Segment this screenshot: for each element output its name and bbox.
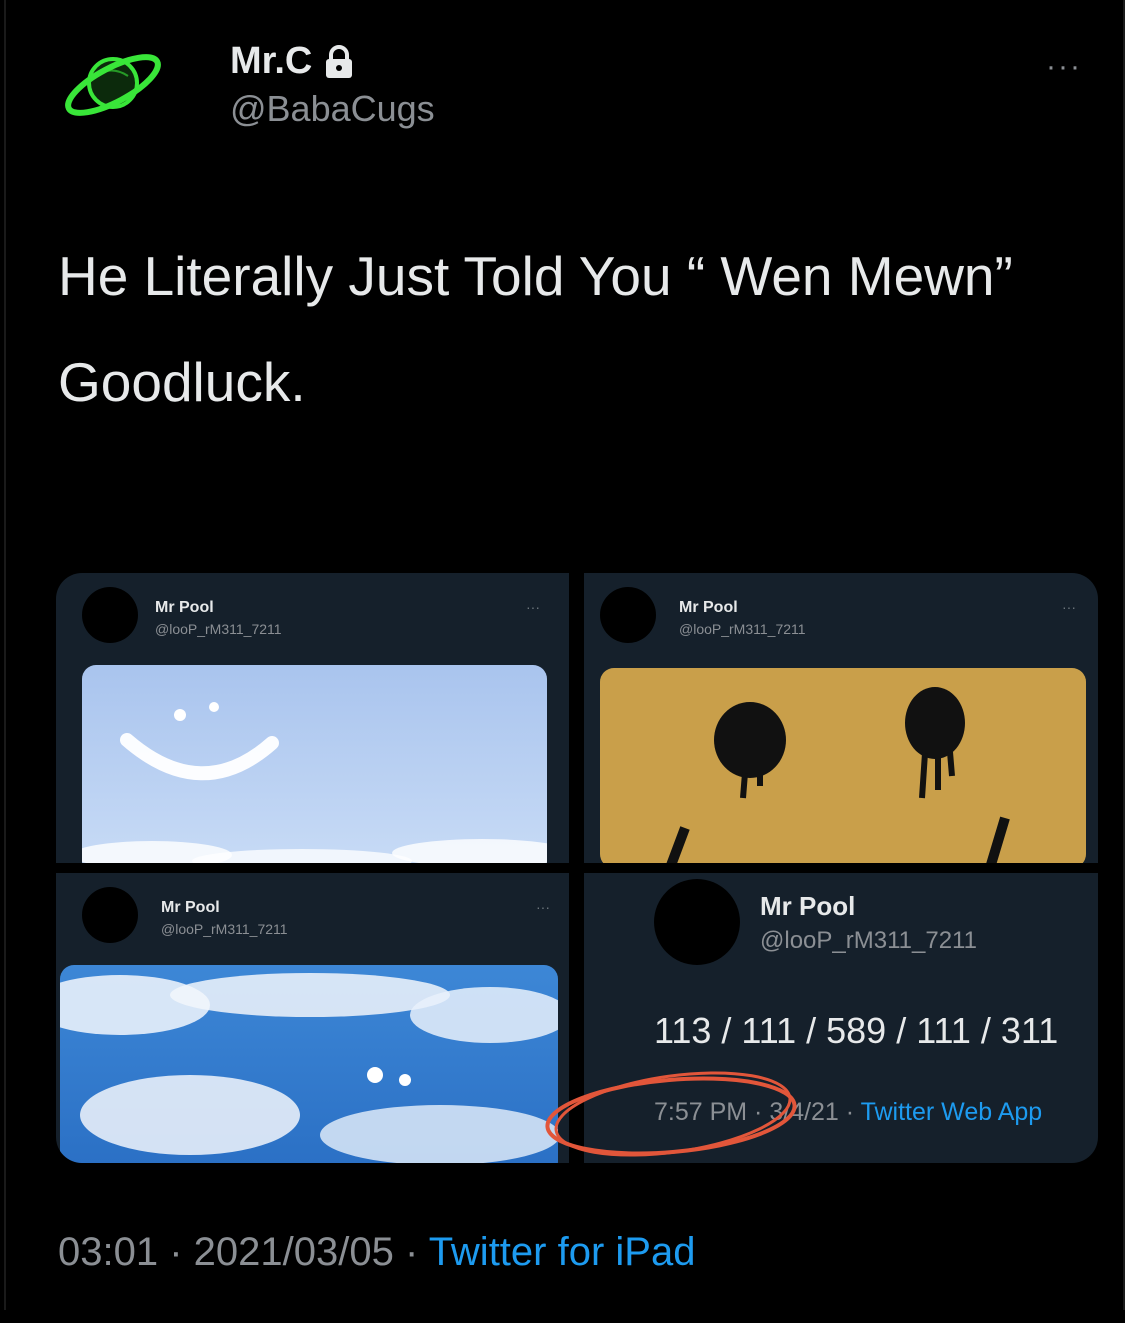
- author-row: Mr.C: [230, 40, 356, 83]
- media-item[interactable]: Mr Pool @looP_rM311_7211 ···: [56, 873, 569, 1163]
- media-item[interactable]: Mr Pool @looP_rM311_7211 ···: [56, 573, 569, 863]
- embedded-author-name: Mr Pool: [679, 599, 738, 616]
- embedded-author-name: Mr Pool: [760, 891, 856, 921]
- embedded-source: Twitter Web App: [860, 1098, 1043, 1126]
- tweet-source[interactable]: Twitter for iPad: [429, 1230, 696, 1274]
- cloudy-sky-image: [60, 965, 558, 1163]
- avatar: [654, 879, 740, 965]
- planet-icon[interactable]: [58, 38, 168, 128]
- embedded-author-handle: @looP_rM311_7211: [155, 621, 282, 637]
- separator: ·: [158, 1230, 194, 1274]
- media-item[interactable]: Mr Pool @looP_rM311_7211 ···: [584, 573, 1098, 863]
- tweet-time[interactable]: 03:01: [58, 1230, 158, 1274]
- embedded-author-handle: @looP_rM311_7211: [161, 921, 288, 937]
- more-icon: ···: [1062, 599, 1076, 615]
- tweet-text-line: He Literally Just Told You “ Wen Mewn”: [58, 245, 1013, 307]
- graffiti-smiley-image: [600, 668, 1086, 863]
- avatar: [82, 887, 138, 943]
- more-icon[interactable]: ···: [1046, 50, 1082, 84]
- author-handle[interactable]: @BabaCugs: [230, 88, 435, 130]
- smiley-cloud-image: [82, 665, 547, 863]
- tweet-screenshot: Mr.C @BabaCugs ··· He Literally Just Tol…: [4, 0, 1125, 1310]
- embedded-tweet-text: 113 / 111 / 589 / 111 / 311: [654, 1010, 1059, 1051]
- red-circle-annotation: [531, 1068, 811, 1164]
- embedded-author-handle: @looP_rM311_7211: [760, 927, 977, 954]
- tweet-text: He Literally Just Told You “ Wen Mewn” G…: [58, 232, 1058, 426]
- embedded-author-name: Mr Pool: [161, 899, 220, 916]
- more-icon: ···: [536, 899, 550, 915]
- separator: ·: [393, 1230, 429, 1274]
- embedded-author-handle: @looP_rM311_7211: [679, 621, 806, 637]
- author-name[interactable]: Mr.C: [230, 40, 312, 83]
- separator: ·: [838, 1098, 861, 1126]
- avatar: [600, 587, 656, 643]
- more-icon: ···: [526, 599, 540, 615]
- embedded-author-name: Mr Pool: [155, 599, 214, 616]
- avatar: [82, 587, 138, 643]
- tweet-text-line: Goodluck.: [58, 351, 306, 413]
- tweet-date[interactable]: 2021/03/05: [194, 1230, 394, 1274]
- lock-icon: [322, 44, 356, 80]
- tweet-meta: 03:01 · 2021/03/05 · Twitter for iPad: [58, 1230, 695, 1275]
